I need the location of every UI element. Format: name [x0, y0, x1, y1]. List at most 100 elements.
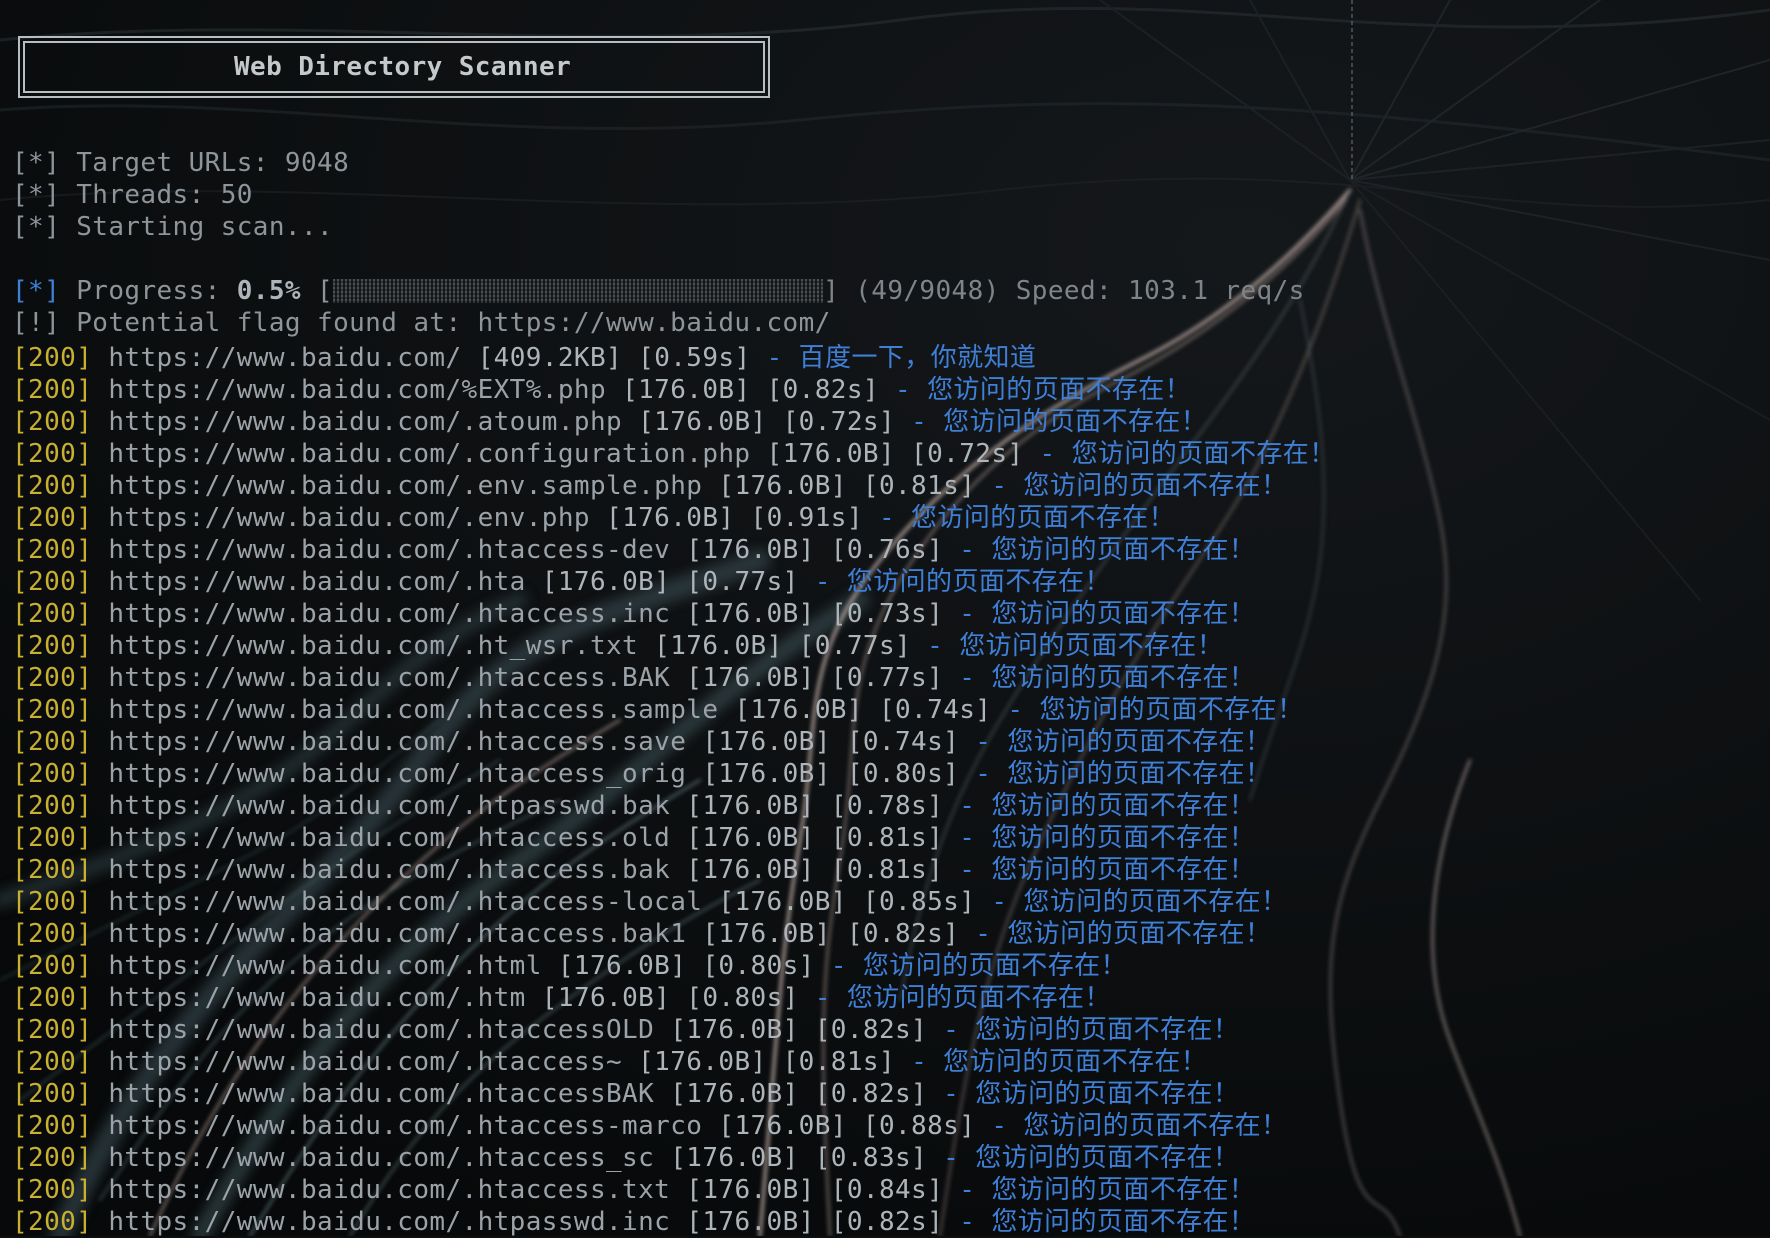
result-row: [200] https://www.baidu.com/.htaccess-de… [12, 534, 1336, 566]
response-time: [0.77s] [830, 663, 944, 693]
result-url: https://www.baidu.com/.htaccess.sample [108, 695, 719, 725]
response-time: [0.77s] [686, 567, 799, 597]
page-title: - 您访问的页面不存在！ [959, 535, 1256, 565]
status-code: [200] [12, 631, 93, 661]
result-url: https://www.baidu.com/.html [108, 951, 542, 981]
response-size: [176.0B] [670, 1015, 799, 1045]
status-code: [200] [12, 951, 93, 981]
response-time: [0.81s] [830, 823, 944, 853]
status-code: [200] [12, 503, 93, 533]
status-code: [200] [12, 1175, 93, 1205]
progress-stats: (49/9048) Speed: 103.1 req/s [839, 276, 1305, 306]
status-code: [200] [12, 1079, 93, 1109]
page-title: - 您访问的页面不存在！ [991, 1111, 1288, 1141]
result-url: https://www.baidu.com/.env.sample.php [108, 471, 703, 501]
response-size: [176.0B] [557, 951, 687, 981]
response-time: [0.78s] [830, 791, 944, 821]
response-time: [0.88s] [862, 1111, 976, 1141]
result-url: https://www.baidu.com/.htaccess.BAK [108, 663, 671, 693]
result-url: https://www.baidu.com/.htaccess~ [108, 1047, 623, 1077]
response-time: [0.82s] [814, 1015, 928, 1045]
response-size: [176.0B] [702, 759, 831, 789]
response-size: [176.0B] [686, 535, 815, 565]
response-size: [176.0B] [686, 1207, 815, 1237]
response-size: [176.0B] [686, 855, 815, 885]
result-row: [200] https://www.baidu.com/.htaccess.ba… [12, 918, 1336, 950]
result-row: [200] https://www.baidu.com/.hta [176.0B… [12, 566, 1336, 598]
response-time: [0.81s] [830, 855, 944, 885]
response-time: [0.80s] [702, 951, 815, 981]
status-code: [200] [12, 567, 93, 597]
info-starting-scan: [*] Starting scan... [12, 212, 334, 242]
result-url: https://www.baidu.com/.htpasswd.inc [108, 1207, 671, 1237]
progress-bar-close: ] [823, 276, 840, 306]
response-size: [176.0B] [686, 663, 815, 693]
page-title: - 您访问的页面不存在！ [975, 727, 1272, 757]
result-row: [200] https://www.baidu.com/.htaccess.ba… [12, 854, 1336, 886]
page-title: - 您访问的页面不存在！ [943, 1015, 1240, 1045]
response-size: [176.0B] [606, 503, 735, 533]
result-url: https://www.baidu.com/%EXT%.php [108, 375, 606, 405]
progress-bar [333, 279, 824, 303]
page-title: - 您访问的页面不存在！ [911, 407, 1208, 437]
response-time: [0.80s] [846, 759, 960, 789]
result-url: https://www.baidu.com/.htaccess-local [108, 887, 703, 917]
result-row: [200] https://www.baidu.com/.htaccess.sa… [12, 694, 1336, 726]
response-size: [409.2KB] [477, 343, 623, 373]
response-time: [0.72s] [911, 439, 1024, 469]
progress-line: [*] Progress: 0.5% [] (49/9048) Speed: 1… [12, 276, 1305, 306]
status-code: [200] [12, 535, 93, 565]
status-code: [200] [12, 855, 93, 885]
status-code: [200] [12, 1015, 93, 1045]
page-title: - 您访问的页面不存在！ [959, 855, 1256, 885]
response-time: [0.73s] [830, 599, 944, 629]
page-title: - 您访问的页面不存在！ [991, 471, 1288, 501]
response-time: [0.74s] [878, 695, 992, 725]
result-url: https://www.baidu.com/.htaccessOLD [108, 1015, 655, 1045]
result-url: https://www.baidu.com/.configuration.php [108, 439, 751, 469]
result-url: https://www.baidu.com/.htaccess_sc [108, 1143, 655, 1173]
result-url: https://www.baidu.com/.ht_wsr.txt [108, 631, 639, 661]
result-url: https://www.baidu.com/.htaccess.bak1 [108, 919, 687, 949]
result-row: [200] https://www.baidu.com/.htaccess-ma… [12, 1110, 1336, 1142]
status-code: [200] [12, 1143, 93, 1173]
result-url: https://www.baidu.com/.htaccess.old [108, 823, 671, 853]
page-title: - 您访问的页面不存在！ [959, 599, 1256, 629]
page-title: - 您访问的页面不存在！ [975, 919, 1272, 949]
result-row: [200] https://www.baidu.com/.htaccess.tx… [12, 1174, 1336, 1206]
response-size: [176.0B] [541, 567, 671, 597]
response-time: [0.74s] [846, 727, 960, 757]
result-url: https://www.baidu.com/.htaccess.inc [108, 599, 671, 629]
page-title: - 您访问的页面不存在！ [927, 631, 1224, 661]
status-code: [200] [12, 663, 93, 693]
status-code: [200] [12, 1047, 93, 1077]
response-size: [176.0B] [670, 1079, 799, 1109]
result-row: [200] https://www.baidu.com/.htpasswd.in… [12, 1206, 1336, 1238]
response-time: [0.82s] [830, 1207, 944, 1237]
progress-percent: 0.5% [236, 276, 301, 306]
page-title: - 您访问的页面不存在！ [814, 983, 1111, 1013]
status-code: [200] [12, 439, 93, 469]
status-code: [200] [12, 407, 93, 437]
status-code: [200] [12, 343, 93, 373]
result-url: https://www.baidu.com/.htm [108, 983, 526, 1013]
response-size: [176.0B] [686, 823, 815, 853]
info-threads: [*] Threads: 50 [12, 180, 253, 210]
response-size: [176.0B] [686, 1175, 815, 1205]
scan-results-log: [200] https://www.baidu.com/ [409.2KB] [… [12, 342, 1336, 1238]
status-code: [200] [12, 791, 93, 821]
result-url: https://www.baidu.com/ [108, 343, 462, 373]
response-time: [0.76s] [830, 535, 944, 565]
result-row: [200] https://www.baidu.com/.html [176.0… [12, 950, 1336, 982]
status-code: [200] [12, 1111, 93, 1141]
status-code: [200] [12, 823, 93, 853]
result-row: [200] https://www.baidu.com/.htaccess_sc… [12, 1142, 1336, 1174]
response-time: [0.59s] [638, 343, 751, 373]
progress-tag: [*] [12, 276, 61, 306]
page-title: - 您访问的页面不存在！ [1039, 439, 1336, 469]
response-time: [0.82s] [766, 375, 879, 405]
status-code: [200] [12, 695, 93, 725]
result-url: https://www.baidu.com/.htaccess-marco [108, 1111, 703, 1141]
page-title: - 您访问的页面不存在！ [830, 951, 1127, 981]
response-size: [176.0B] [541, 983, 671, 1013]
